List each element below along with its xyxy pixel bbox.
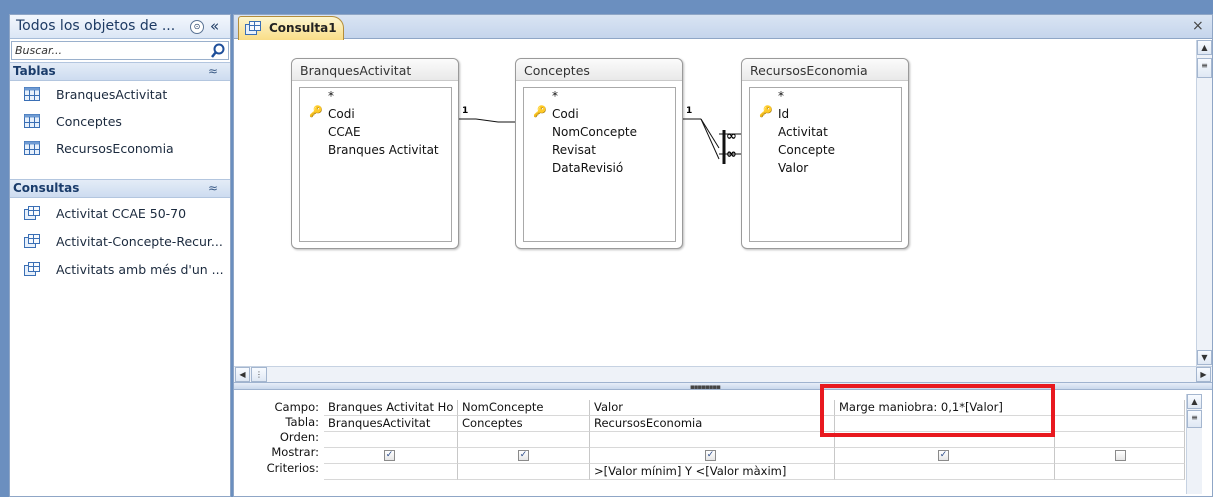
- navigation-pane: Todos los objetos de ... ⊙ « Buscar... T…: [9, 14, 231, 497]
- navigation-pane-title[interactable]: Todos los objetos de ...: [16, 18, 175, 34]
- show-checkbox[interactable]: ✓: [384, 450, 395, 461]
- nav-item-label: BranquesActivitat: [56, 87, 168, 102]
- nav-item-label: Activitats amb més d'un ...: [56, 262, 224, 277]
- many-side-label: ∞: [726, 147, 737, 162]
- grid-cell-tabla[interactable]: BranquesActivitat: [324, 416, 458, 432]
- nav-item-table[interactable]: Conceptes: [10, 109, 230, 135]
- join-branques-conceptes[interactable]: 1: [459, 106, 515, 123]
- table-icon: [24, 114, 40, 128]
- group-consultas[interactable]: Consultas ≈: [10, 179, 230, 198]
- query-icon: [24, 206, 40, 220]
- horizontal-scrollbar[interactable]: ◀ ⋮ ▶: [234, 366, 1212, 382]
- row-label-criterios: Criterios:: [266, 461, 319, 475]
- chevron-down-icon[interactable]: ⊙: [190, 20, 204, 34]
- join-lines: 1 1 ∞ ∞: [459, 106, 741, 164]
- tab-label: Consulta1: [269, 21, 337, 35]
- scroll-up-icon[interactable]: ▲: [1187, 394, 1202, 409]
- grid-cell-mostrar[interactable]: ✓: [590, 448, 835, 464]
- grid-cell-criterios[interactable]: [458, 464, 590, 480]
- grid-cell-criterios[interactable]: >[Valor mínim] Y <[Valor màxim]: [590, 464, 835, 480]
- grid-cell-mostrar[interactable]: ✓: [835, 448, 1055, 464]
- grid-cell-campo[interactable]: Branques Activitat Ho: [324, 400, 458, 416]
- nav-item-query[interactable]: Activitats amb més d'un ...: [10, 257, 230, 283]
- scroll-left-icon[interactable]: ◀: [235, 367, 250, 382]
- document-tabstrip: Consulta1 ×: [234, 15, 1212, 40]
- grid-cell-campo[interactable]: [1055, 400, 1185, 416]
- scroll-thumb[interactable]: ≡: [1187, 410, 1202, 428]
- nav-item-table[interactable]: RecursosEconomia: [10, 136, 230, 162]
- grid-cell-orden[interactable]: [324, 432, 458, 448]
- query-grid[interactable]: Campo: Tabla: Orden: Mostrar: Criterios:…: [234, 390, 1212, 496]
- grid-cell-criterios[interactable]: [1055, 464, 1185, 480]
- search-input[interactable]: Buscar...: [11, 41, 229, 60]
- scroll-thumb[interactable]: ⋮: [251, 367, 267, 382]
- nav-item-label: RecursosEconomia: [56, 141, 174, 156]
- tab-consulta1[interactable]: Consulta1: [238, 16, 344, 40]
- grid-cell-orden[interactable]: [1055, 432, 1185, 448]
- grid-cell-mostrar[interactable]: ✓: [458, 448, 590, 464]
- grid-cell-mostrar[interactable]: ✓: [324, 448, 458, 464]
- grid-cell-campo[interactable]: NomConcepte: [458, 400, 590, 416]
- grid-cell-criterios[interactable]: [835, 464, 1055, 480]
- grid-cell-campo[interactable]: Valor: [590, 400, 835, 416]
- grid-cell-tabla[interactable]: [1055, 416, 1185, 432]
- close-icon[interactable]: ×: [1192, 18, 1204, 34]
- nav-item-label: Activitat-Concepte-Recur...: [56, 234, 223, 249]
- query-design-pane[interactable]: BranquesActivitat * 🔑 Codi CCAE Branques…: [234, 40, 1196, 366]
- grid-cell-tabla[interactable]: RecursosEconomia: [590, 416, 835, 432]
- nav-item-query[interactable]: Activitat CCAE 50-70: [10, 201, 230, 227]
- nav-item-table[interactable]: BranquesActivitat: [10, 82, 230, 108]
- grid-cell-mostrar[interactable]: [1055, 448, 1185, 464]
- search-icon[interactable]: [210, 43, 226, 59]
- grid-cell-orden[interactable]: [458, 432, 590, 448]
- join-conceptes-recursos[interactable]: 1 ∞ ∞: [683, 106, 741, 164]
- scroll-down-icon[interactable]: ▼: [1197, 350, 1212, 365]
- one-side-label: 1: [686, 106, 692, 116]
- row-label-mostrar: Mostrar:: [271, 445, 319, 459]
- nav-item-label: Conceptes: [56, 114, 122, 129]
- vertical-scrollbar[interactable]: ▲ ≡ ▼: [1196, 40, 1212, 366]
- many-side-label: ∞: [726, 129, 737, 144]
- query-document: Consulta1 × BranquesActivitat * 🔑 Codi C…: [233, 14, 1213, 497]
- show-checkbox[interactable]: [1115, 450, 1126, 461]
- navigation-pane-header[interactable]: Todos los objetos de ... ⊙ «: [10, 15, 230, 39]
- grid-cell-tabla[interactable]: Conceptes: [458, 416, 590, 432]
- group-label: Tablas: [13, 64, 56, 78]
- show-checkbox[interactable]: ✓: [938, 450, 949, 461]
- scroll-right-icon[interactable]: ▶: [1196, 367, 1211, 382]
- table-icon: [24, 141, 40, 155]
- query-icon: [24, 234, 40, 248]
- scroll-up-icon[interactable]: ▲: [1197, 40, 1212, 55]
- row-label-orden: Orden:: [279, 430, 319, 444]
- search-placeholder: Buscar...: [15, 44, 63, 57]
- nav-item-label: Activitat CCAE 50-70: [56, 206, 187, 221]
- row-label-campo: Campo:: [274, 400, 320, 414]
- table-icon: [24, 87, 40, 101]
- group-label: Consultas: [13, 181, 80, 195]
- pane-splitter[interactable]: ▪▪▪▪▪▪▪▪: [234, 382, 1212, 391]
- grid-cell-orden[interactable]: [590, 432, 835, 448]
- group-tablas[interactable]: Tablas ≈: [10, 62, 230, 81]
- scroll-thumb[interactable]: ≡: [1197, 58, 1212, 78]
- collapse-group-icon[interactable]: ≈: [208, 64, 218, 78]
- one-side-label: 1: [462, 106, 468, 116]
- show-checkbox[interactable]: ✓: [705, 450, 716, 461]
- collapse-pane-icon[interactable]: «: [210, 17, 219, 35]
- query-icon: [245, 21, 261, 35]
- row-label-tabla: Tabla:: [285, 415, 319, 429]
- collapse-group-icon[interactable]: ≈: [208, 181, 218, 195]
- nav-item-query[interactable]: Activitat-Concepte-Recur...: [10, 229, 230, 255]
- grid-vertical-scrollbar[interactable]: ▲ ≡: [1186, 394, 1202, 494]
- show-checkbox[interactable]: ✓: [518, 450, 529, 461]
- highlight-box: [820, 384, 1055, 437]
- query-icon: [24, 262, 40, 276]
- grid-cell-criterios[interactable]: [324, 464, 458, 480]
